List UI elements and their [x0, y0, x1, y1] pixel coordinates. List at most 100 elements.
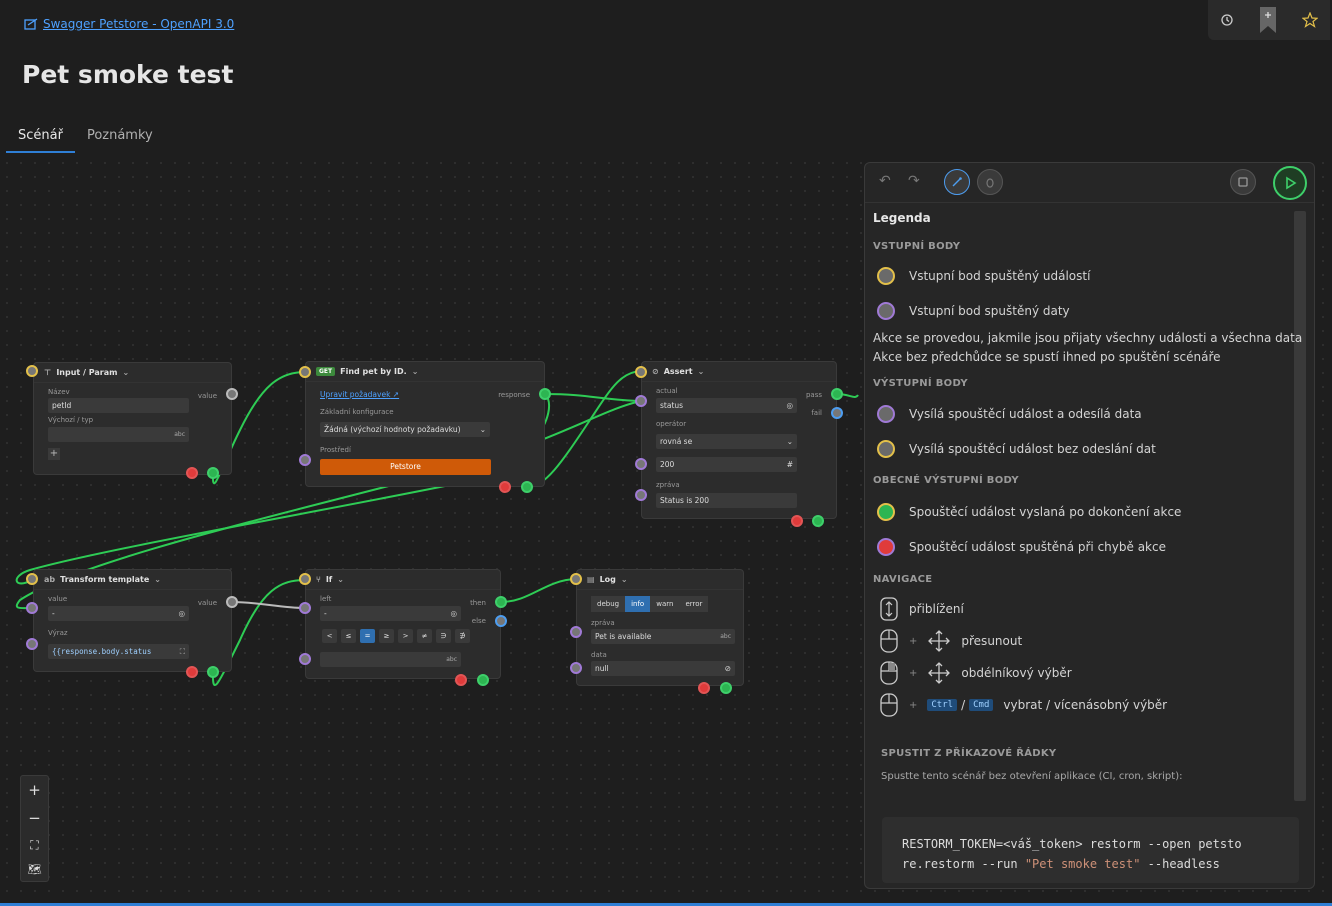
port-actual-in[interactable] [635, 395, 647, 407]
api-link[interactable]: Swagger Petstore - OpenAPI 3.0 [24, 17, 234, 31]
port-done[interactable] [207, 666, 219, 678]
add-field-button[interactable]: + [48, 448, 60, 460]
run-button[interactable] [1273, 166, 1307, 200]
actual-input[interactable]: status ◎ [656, 398, 797, 413]
port-value-out[interactable] [226, 388, 238, 400]
message-input[interactable]: Pet is available abc [591, 629, 735, 644]
port-right-in[interactable] [299, 653, 311, 665]
expected-input[interactable]: 200 # [656, 457, 797, 472]
port-error[interactable] [186, 666, 198, 678]
zoom-out-button[interactable]: − [21, 809, 48, 827]
port-input-event[interactable] [635, 366, 647, 378]
operator-select[interactable]: rovná se ⌄ [656, 434, 797, 449]
chevron-down-icon[interactable]: ⌄ [154, 575, 161, 584]
auto-layout-button[interactable] [944, 169, 970, 195]
port-pass[interactable] [831, 388, 843, 400]
legend-scrollbar[interactable] [1294, 211, 1306, 801]
port-value-in[interactable] [26, 602, 38, 614]
tab-scenario[interactable]: Scénář [6, 124, 75, 153]
port-error[interactable] [499, 481, 511, 493]
level-debug[interactable]: debug [591, 596, 626, 612]
operator-ge[interactable]: ≥ [379, 629, 394, 643]
port-input-data[interactable] [299, 454, 311, 466]
level-info[interactable]: info [625, 596, 651, 612]
port-data-in[interactable] [570, 662, 582, 674]
port-fail[interactable] [831, 407, 843, 419]
port-input-event[interactable] [299, 366, 311, 378]
fit-view-button[interactable]: ⛶ [21, 838, 48, 853]
redo-icon[interactable]: ↷ [908, 173, 920, 189]
port-response-out[interactable] [539, 388, 551, 400]
cli-command-box[interactable]: RESTORM_TOKEN=<váš_token> restorm --open… [882, 817, 1299, 883]
chevron-down-icon[interactable]: ⌄ [412, 367, 419, 376]
port-value-out[interactable] [226, 596, 238, 608]
zoom-in-button[interactable]: + [21, 781, 48, 799]
star-icon[interactable] [1302, 12, 1318, 28]
port-done[interactable] [521, 481, 533, 493]
config-label: Základní konfigurace [320, 408, 394, 416]
node-if[interactable]: ⑂ If ⌄ left then else - ◎ < ≤ = ≥ > ≠ ∋ ∌… [305, 569, 501, 679]
level-warn[interactable]: warn [650, 596, 680, 612]
port-message-in[interactable] [635, 489, 647, 501]
right-input[interactable]: abc [320, 652, 461, 667]
port-done[interactable] [812, 515, 824, 527]
top-right-toolbar [1208, 0, 1330, 40]
port-expected-in[interactable] [635, 458, 647, 470]
port-done[interactable] [207, 467, 219, 479]
port-done[interactable] [720, 682, 732, 694]
history-icon[interactable] [1220, 13, 1234, 27]
chevron-down-icon[interactable]: ⌄ [122, 368, 129, 377]
port-input-event[interactable] [26, 365, 38, 377]
api-link-label[interactable]: Swagger Petstore - OpenAPI 3.0 [43, 17, 234, 31]
port-error[interactable] [455, 674, 467, 686]
port-then[interactable] [495, 596, 507, 608]
legend-panel: ↶ ↷ Legenda VSTUPNÍ BODY Vstupní bod spu… [864, 162, 1315, 889]
node-input-param[interactable]: ⊤ Input / Param ⌄ Název value petId Vých… [33, 362, 232, 475]
bookmark-add-icon[interactable] [1258, 7, 1278, 33]
undo-icon[interactable]: ↶ [879, 173, 891, 189]
port-left-in[interactable] [299, 602, 311, 614]
chevron-down-icon[interactable]: ⌄ [337, 575, 344, 584]
name-input[interactable]: petId [48, 398, 189, 413]
chevron-down-icon[interactable]: ⌄ [621, 575, 628, 584]
node-transform-template[interactable]: ab Transform template ⌄ value value - ◎ V… [33, 569, 232, 672]
port-message-in[interactable] [570, 626, 582, 638]
debug-button[interactable] [977, 169, 1003, 195]
port-error[interactable] [186, 467, 198, 479]
port-error[interactable] [698, 682, 710, 694]
expression-label: Výraz [48, 629, 68, 637]
data-input[interactable]: null ⊘ [591, 661, 735, 676]
edit-request-link[interactable]: Upravit požadavek ↗ [320, 390, 399, 399]
legend-output-without-data: Vysílá spouštěcí událost bez odeslání da… [877, 440, 1156, 458]
left-input[interactable]: - ◎ [320, 606, 461, 621]
operator-gt[interactable]: > [398, 629, 413, 643]
chevron-down-icon[interactable]: ⌄ [698, 367, 705, 376]
environment-button[interactable]: Petstore [320, 459, 491, 475]
node-log[interactable]: ▤ Log ⌄ debug info warn error zpráva Pet… [576, 569, 744, 686]
operator-ne[interactable]: ≠ [417, 629, 432, 643]
output-points-heading: VÝSTUPNÍ BODY [873, 378, 968, 389]
operator-not-contains[interactable]: ∌ [455, 629, 470, 643]
message-input[interactable]: Status is 200 [656, 493, 797, 508]
port-done[interactable] [477, 674, 489, 686]
stop-button[interactable] [1230, 169, 1256, 195]
operator-le[interactable]: ≤ [341, 629, 356, 643]
port-expression-in[interactable] [26, 638, 38, 650]
operator-eq[interactable]: = [360, 629, 375, 643]
port-else[interactable] [495, 615, 507, 627]
config-select[interactable]: Žádná (výchozí hodnoty požadavku) ⌄ [320, 422, 490, 437]
port-input-event[interactable] [26, 573, 38, 585]
port-error[interactable] [791, 515, 803, 527]
port-input-event[interactable] [299, 573, 311, 585]
operator-lt[interactable]: < [322, 629, 337, 643]
expression-input[interactable]: {{response.body.status ⛶ [48, 644, 189, 659]
node-assert[interactable]: ⊘ Assert ⌄ actual pass fail status ◎ oper… [641, 361, 837, 519]
port-input-event[interactable] [570, 573, 582, 585]
level-error[interactable]: error [679, 596, 709, 612]
operator-contains[interactable]: ∋ [436, 629, 451, 643]
node-find-pet[interactable]: GET Find pet by ID. ⌄ Upravit požadavek … [305, 361, 545, 487]
default-input[interactable]: abc [48, 427, 189, 442]
value-input[interactable]: - ◎ [48, 606, 189, 621]
minimap-button[interactable]: 🗺 [21, 863, 48, 876]
tab-notes[interactable]: Poznámky [75, 124, 165, 153]
